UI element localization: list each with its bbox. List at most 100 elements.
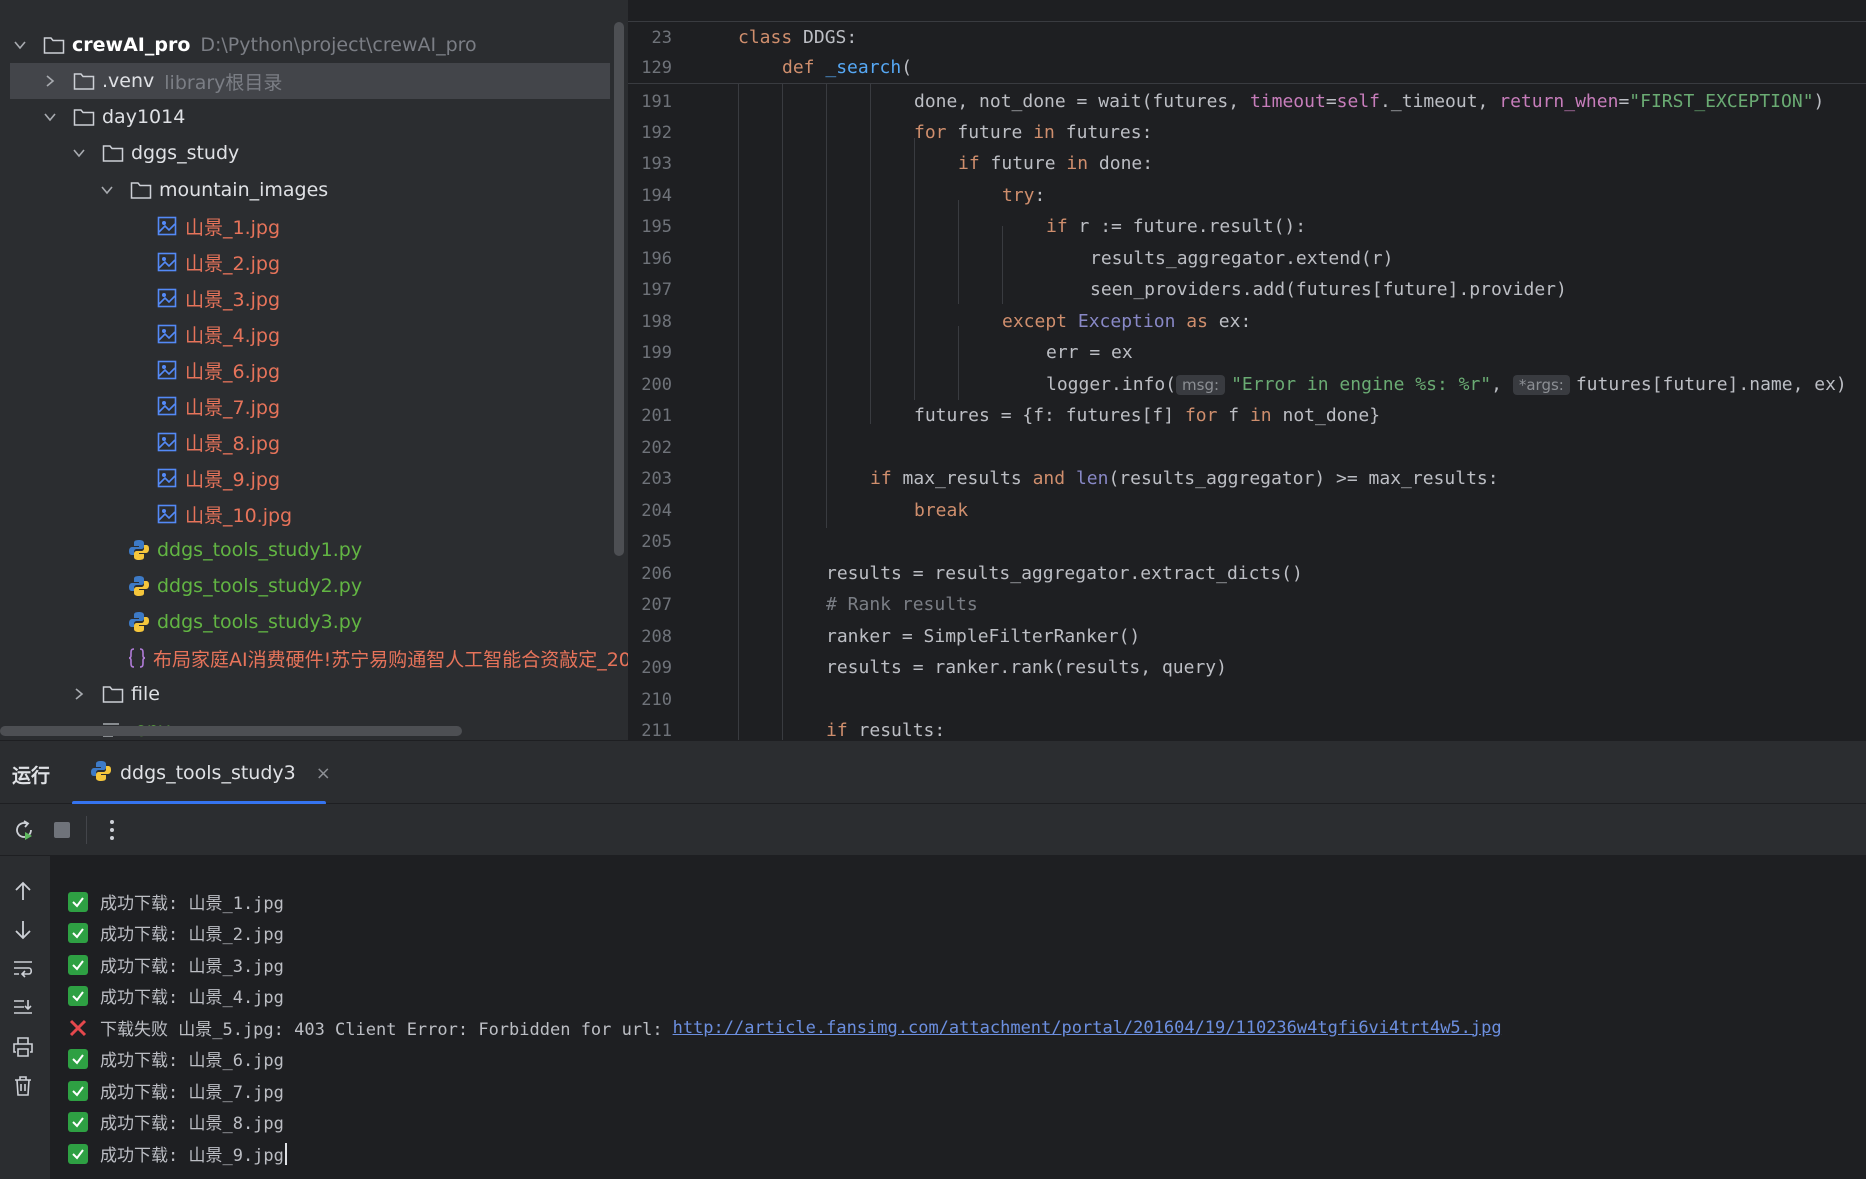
console-text: 成功下载: 山景_7.jpg	[100, 1083, 284, 1103]
python-file-icon	[127, 610, 151, 634]
image-file-icon	[155, 430, 179, 454]
console-line: 成功下载: 山景_7.jpg	[68, 1075, 284, 1106]
code-text: if future in done:	[958, 153, 1154, 174]
image-file-icon	[155, 286, 179, 310]
python-icon	[90, 760, 112, 786]
code-line: 202	[628, 432, 1866, 463]
console-output[interactable]: 成功下载: 山景_1.jpg 成功下载: 山景_2.jpg 成功下载: 山景_3…	[50, 856, 1866, 1179]
console-link[interactable]: http://article.fansimg.com/attachment/po…	[673, 1018, 1502, 1038]
tree-vertical-scrollbar[interactable]	[614, 22, 624, 556]
chevron-down-icon[interactable]	[97, 180, 117, 200]
tree-item-image-file[interactable]: 山景_7.jpg	[0, 388, 614, 424]
editor-tab-bar-edge	[628, 0, 1866, 22]
console-line: 成功下载: 山景_3.jpg	[68, 949, 284, 980]
console-text: 下载失败 山景_5.jpg: 403 Client Error: Forbidd…	[100, 1020, 663, 1040]
code-text: # Rank results	[826, 594, 978, 615]
tree-item-image-file[interactable]: 山景_8.jpg	[0, 424, 614, 460]
tree-item-image-file[interactable]: 山景_3.jpg	[0, 280, 614, 316]
tree-item-label: 山景_6.jpg	[185, 360, 281, 383]
line-number: 199	[641, 342, 672, 363]
line-number: 203	[641, 468, 672, 489]
code-editor[interactable]: 23 class DDGS: 129 def _search( 191 done…	[628, 0, 1866, 740]
tree-item-json-file[interactable]: 布局家庭AI消费硬件!苏宁易购通智人工智能合资敲定_2025	[0, 640, 628, 676]
run-tab[interactable]: ddgs_tools_study3 ×	[72, 741, 331, 805]
tree-item-label: mountain_images	[159, 179, 329, 201]
console-text: 成功下载: 山景_9.jpg	[100, 1146, 284, 1166]
more-options-icon[interactable]	[98, 816, 126, 844]
code-text: if max_results and len(results_aggregato…	[870, 468, 1499, 489]
tree-item-python-file[interactable]: ddgs_tools_study1.py	[0, 532, 614, 568]
code-text: try:	[1002, 185, 1046, 206]
print-icon[interactable]	[8, 1032, 38, 1062]
chevron-down-icon[interactable]	[69, 143, 89, 163]
code-line: 197 seen_providers.add(futures[future].p…	[628, 274, 1866, 305]
rerun-icon[interactable]	[10, 816, 38, 844]
tree-item-label: 山景_3.jpg	[185, 288, 281, 311]
tree-item-image-file[interactable]: 山景_2.jpg	[0, 244, 614, 280]
soft-wrap-icon[interactable]	[8, 954, 38, 984]
tree-item-label: 山景_1.jpg	[185, 216, 281, 239]
code-text: results = ranker.rank(results, query)	[826, 657, 1227, 678]
line-number: 207	[641, 594, 672, 615]
code-line: 201 futures = {f: futures[f] for f in no…	[628, 400, 1866, 431]
line-number: 197	[641, 279, 672, 300]
tree-item-image-file[interactable]: 山景_9.jpg	[0, 460, 614, 496]
tree-item-label: dggs_study	[131, 142, 240, 164]
line-number: 208	[641, 626, 672, 647]
code-line: 195 if r := future.result():	[628, 211, 1866, 242]
folder-icon	[101, 682, 125, 706]
tree-item-python-file[interactable]: ddgs_tools_study3.py	[0, 604, 614, 640]
tree-item-day1014[interactable]: day1014	[0, 99, 614, 135]
line-number: 196	[641, 248, 672, 269]
code-text: except Exception as ex:	[1002, 311, 1252, 332]
code-line: 206 results = results_aggregator.extract…	[628, 558, 1866, 589]
folder-icon	[101, 141, 125, 165]
tree-item-label: ddgs_tools_study1.py	[157, 539, 363, 561]
tree-item-mountain-images[interactable]: mountain_images	[0, 172, 614, 208]
trash-icon[interactable]	[8, 1071, 38, 1101]
arrow-up-icon[interactable]	[8, 876, 38, 906]
tree-item-python-file[interactable]: ddgs_tools_study2.py	[0, 568, 614, 604]
code-line: 210	[628, 684, 1866, 715]
checkmark-icon	[68, 1048, 88, 1069]
checkmark-icon	[68, 1080, 88, 1101]
code-line: 193 if future in done:	[628, 148, 1866, 179]
tree-item-venv[interactable]: .venv library根目录	[10, 63, 610, 99]
console-text: 成功下载: 山景_6.jpg	[100, 1051, 284, 1071]
image-file-icon	[155, 250, 179, 274]
code-text: if results:	[826, 720, 946, 740]
scroll-to-end-icon[interactable]	[8, 993, 38, 1023]
code-line: 211 if results:	[628, 715, 1866, 740]
code-line: 192 for future in futures:	[628, 117, 1866, 148]
code-text: for future in futures:	[914, 122, 1153, 143]
tree-item-crewai-pro[interactable]: crewAI_pro D:\Python\project\crewAI_pro	[0, 27, 614, 63]
tree-item-label: 山景_4.jpg	[185, 324, 281, 347]
code-text: err = ex	[1046, 342, 1133, 363]
tree-horizontal-scrollbar[interactable]	[0, 726, 462, 736]
code-line: 194 try:	[628, 180, 1866, 211]
tree-item-image-file[interactable]: 山景_1.jpg	[0, 208, 614, 244]
checkmark-icon	[68, 891, 88, 912]
line-number: 210	[641, 689, 672, 710]
tree-item-image-file[interactable]: 山景_10.jpg	[0, 496, 614, 532]
chevron-down-icon[interactable]	[10, 35, 30, 55]
text-caret	[284, 1142, 287, 1165]
chevron-right-icon[interactable]	[69, 684, 89, 704]
run-panel-title: 运行	[12, 765, 51, 787]
line-number: 204	[641, 500, 672, 521]
folder-icon	[72, 69, 96, 93]
tree-item-dggs-study[interactable]: dggs_study	[0, 135, 614, 171]
tree-item-image-file[interactable]: 山景_4.jpg	[0, 316, 614, 352]
tree-item-label: day1014	[102, 106, 186, 128]
chevron-down-icon[interactable]	[40, 107, 60, 127]
arrow-down-icon[interactable]	[8, 915, 38, 945]
close-icon[interactable]: ×	[316, 763, 331, 784]
tree-item-image-file[interactable]: 山景_6.jpg	[0, 352, 614, 388]
chevron-right-icon[interactable]	[40, 71, 60, 91]
line-number: 201	[641, 405, 672, 426]
tree-item-file[interactable]: file	[0, 676, 614, 712]
stop-icon[interactable]	[48, 816, 76, 844]
tree-item-label: 山景_9.jpg	[185, 468, 281, 491]
line-number: 195	[641, 216, 672, 237]
code-text: seen_providers.add(futures[future].provi…	[1090, 279, 1567, 300]
